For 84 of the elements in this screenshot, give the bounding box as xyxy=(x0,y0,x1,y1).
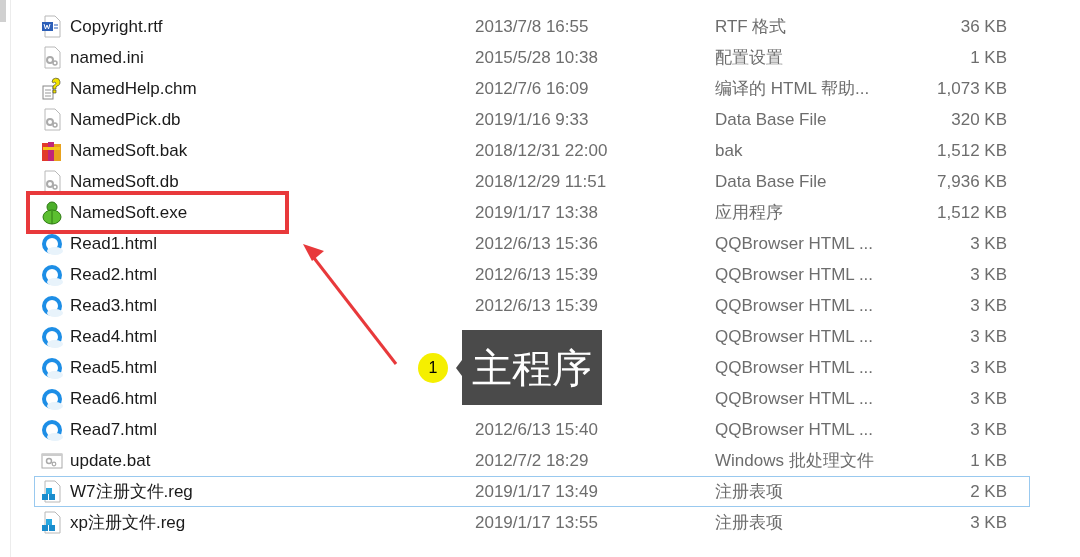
date-modified: 2013/7/8 16:55 xyxy=(475,16,589,36)
browser-icon xyxy=(40,355,64,380)
date-modified: 2012/7/6 16:09 xyxy=(475,78,589,98)
file-type: QQBrowser HTML ... xyxy=(715,294,875,317)
file-name: W7注册文件.reg xyxy=(70,480,193,503)
help-file-icon xyxy=(41,76,63,101)
file-size: 2 KB xyxy=(969,480,1007,503)
file-type: bak xyxy=(715,139,744,162)
file-size: 3 KB xyxy=(969,263,1007,286)
file-size: 3 KB xyxy=(969,232,1007,255)
file-name: update.bat xyxy=(70,449,151,472)
file-name: NamedSoft.bak xyxy=(70,139,188,162)
file-type: QQBrowser HTML ... xyxy=(715,356,875,379)
file-name: Read4.html xyxy=(70,325,157,348)
date-modified: 2012/6/13 15:40 xyxy=(475,419,598,439)
file-size: 1,512 KB xyxy=(936,139,1007,162)
file-size: 3 KB xyxy=(969,294,1007,317)
gear-file-icon xyxy=(41,45,63,70)
gear-file-icon xyxy=(41,107,63,132)
registry-file-icon xyxy=(41,479,63,504)
figure-icon xyxy=(41,200,63,225)
browser-icon xyxy=(40,386,64,411)
date-modified: 2012/7/2 18:29 xyxy=(475,450,589,470)
browser-icon xyxy=(40,324,64,349)
date-modified: 2019/1/17 13:38 xyxy=(475,202,598,222)
browser-icon xyxy=(40,262,64,287)
file-name: NamedSoft.db xyxy=(70,170,179,193)
file-type: Data Base File xyxy=(715,170,828,193)
file-size: 3 KB xyxy=(969,387,1007,410)
file-name: Read2.html xyxy=(70,263,157,286)
file-size: 36 KB xyxy=(959,15,1007,38)
date-modified: 2019/1/17 13:55 xyxy=(475,512,598,532)
browser-icon xyxy=(40,417,64,442)
file-name: NamedPick.db xyxy=(70,108,181,131)
date-modified: 2012/6/13 15:39 xyxy=(475,295,598,315)
file-type: QQBrowser HTML ... xyxy=(715,325,875,348)
file-name: Read6.html xyxy=(70,387,157,410)
file-size: 1 KB xyxy=(969,46,1007,69)
date-modified: 2019/1/17 13:49 xyxy=(475,481,598,501)
browser-icon xyxy=(40,231,64,256)
file-type: QQBrowser HTML ... xyxy=(715,418,875,441)
file-type: RTF 格式 xyxy=(715,15,788,38)
gear-file-icon xyxy=(41,169,63,194)
file-type: 注册表项 xyxy=(715,480,784,503)
file-size: 7,936 KB xyxy=(936,170,1007,193)
document-icon xyxy=(41,14,63,39)
date-modified: 2019/1/16 9:33 xyxy=(475,109,589,129)
focused-file-row[interactable]: W7注册文件.reg 2019/1/17 13:49 注册表项 2 KB xyxy=(34,476,1030,507)
file-size: 3 KB xyxy=(969,356,1007,379)
file-name: Read1.html xyxy=(70,232,157,255)
file-size: 3 KB xyxy=(969,511,1007,534)
file-type: Windows 批处理文件 xyxy=(715,449,875,472)
file-name: named.ini xyxy=(70,46,144,69)
file-size: 3 KB xyxy=(969,325,1007,348)
file-name: NamedSoft.exe xyxy=(70,201,188,224)
step-number-badge: 1 xyxy=(418,352,448,383)
file-name: NamedHelp.chm xyxy=(70,77,197,100)
date-modified: 2012/6/13 15:39 xyxy=(475,264,598,284)
callout-label: 主程序 xyxy=(462,330,602,405)
file-name: Read7.html xyxy=(70,418,157,441)
file-type: Data Base File xyxy=(715,108,828,131)
file-type: QQBrowser HTML ... xyxy=(715,232,875,255)
date-modified: 2012/6/13 15:36 xyxy=(475,233,598,253)
file-type: 应用程序 xyxy=(715,201,784,224)
file-type: QQBrowser HTML ... xyxy=(715,263,875,286)
date-modified: 2018/12/31 22:00 xyxy=(475,140,608,160)
date-modified: 2015/5/28 10:38 xyxy=(475,47,598,67)
file-type: QQBrowser HTML ... xyxy=(715,387,875,410)
file-type: 编译的 HTML 帮助... xyxy=(715,77,871,100)
file-size: 1,073 KB xyxy=(936,77,1007,100)
file-name: xp注册文件.reg xyxy=(70,511,186,534)
registry-file-icon xyxy=(41,510,63,535)
file-size: 1,512 KB xyxy=(936,201,1007,224)
file-name: Read3.html xyxy=(70,294,157,317)
file-size: 3 KB xyxy=(969,418,1007,441)
file-type: 配置设置 xyxy=(715,46,784,69)
file-size: 320 KB xyxy=(950,108,1007,131)
browser-icon xyxy=(40,293,64,318)
scrollbar-thumb[interactable] xyxy=(0,0,6,22)
file-type: 注册表项 xyxy=(715,511,784,534)
file-name: Read5.html xyxy=(70,356,157,379)
file-name: Copyright.rtf xyxy=(70,15,163,38)
date-modified: 2018/12/29 11:51 xyxy=(475,171,607,191)
file-size: 1 KB xyxy=(969,449,1007,472)
